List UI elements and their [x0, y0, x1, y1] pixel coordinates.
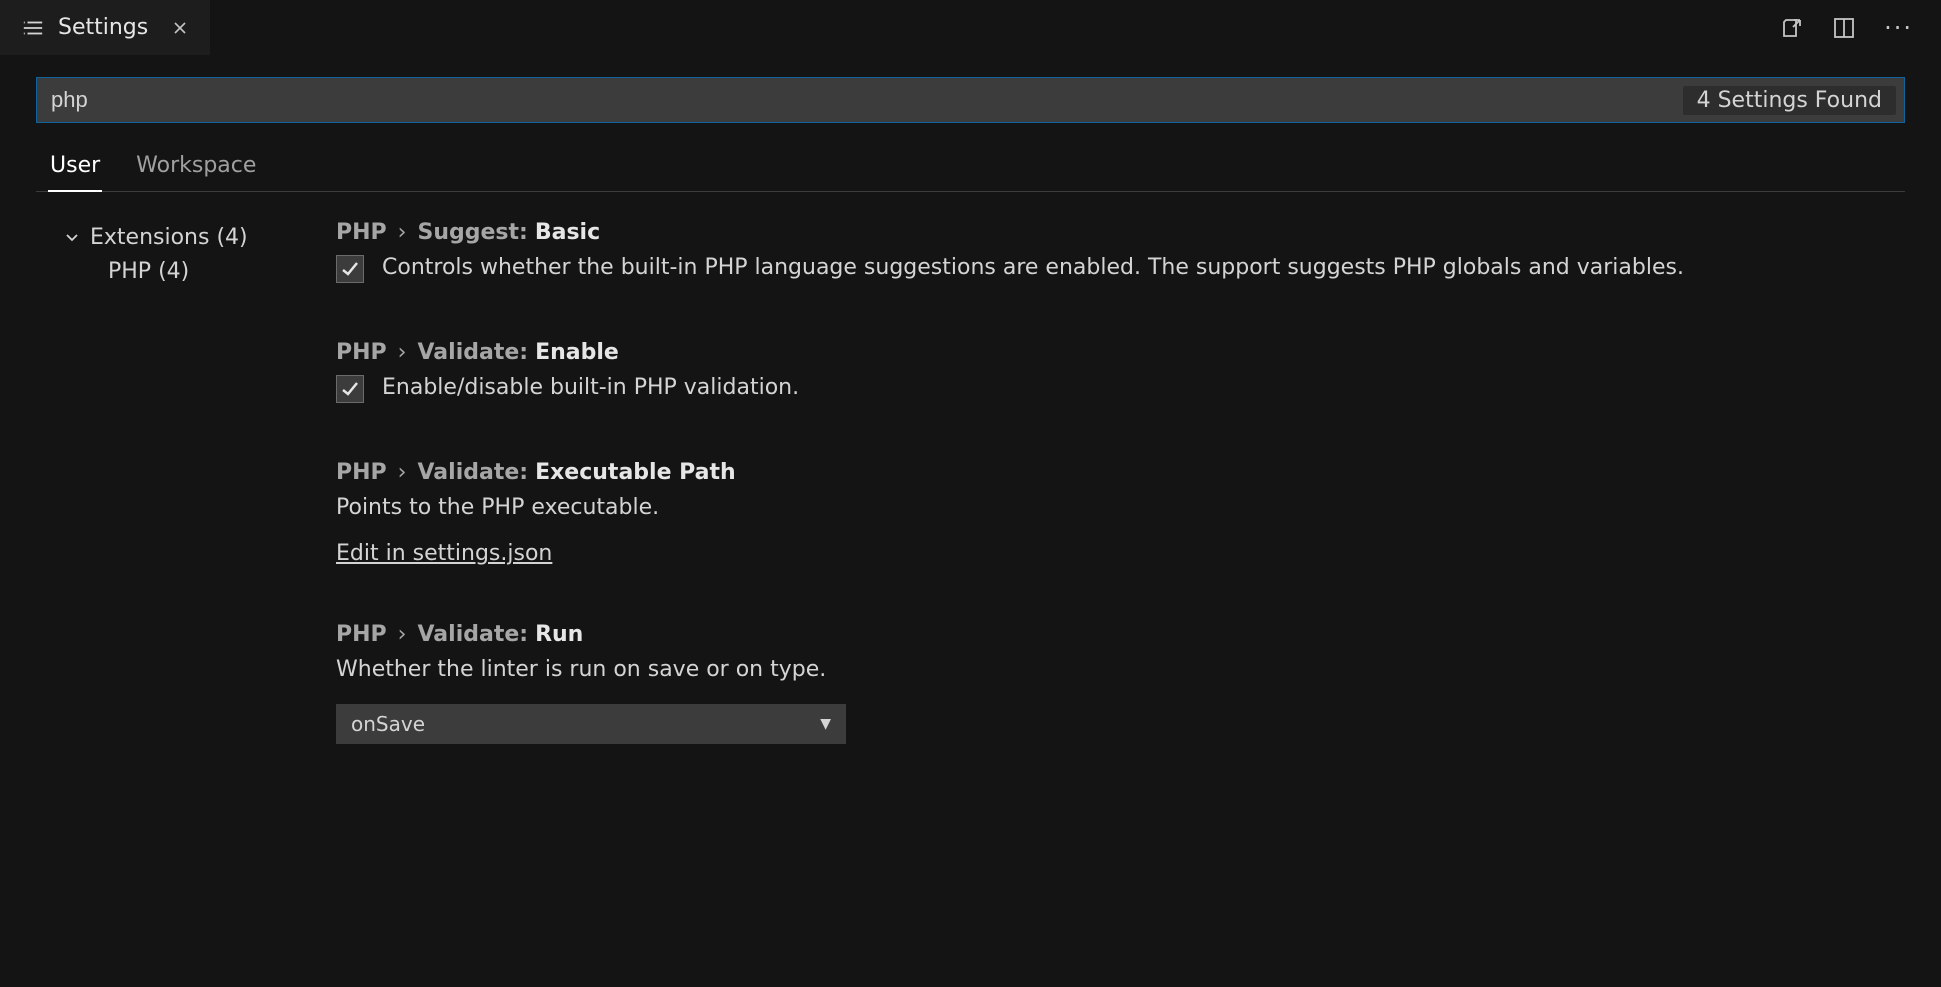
setting-description: Enable/disable built-in PHP validation. — [382, 373, 799, 404]
settings-scope-tabs: User Workspace — [36, 153, 1905, 192]
more-actions-icon[interactable]: ··· — [1884, 16, 1913, 40]
setting-subcategory: Validate: — [417, 622, 528, 647]
edit-in-settings-json-link[interactable]: Edit in settings.json — [336, 541, 552, 566]
setting-control-row: Controls whether the built-in PHP langua… — [336, 253, 1875, 284]
settings-search: 4 Settings Found — [36, 77, 1905, 123]
breadcrumb-sep: › — [394, 220, 411, 245]
setting-php-validate-enable: PHP › Validate: Enable Enable/disable bu… — [336, 340, 1875, 404]
breadcrumb-sep: › — [394, 340, 411, 365]
tabbar-left: Settings — [0, 0, 210, 55]
settings-panes: Extensions (4) PHP (4) PHP › Suggest: Ba… — [36, 220, 1905, 800]
check-icon — [340, 379, 360, 399]
select-value: onSave — [351, 712, 425, 736]
editor-tabbar: Settings ··· — [0, 0, 1941, 55]
breadcrumb-sep: › — [394, 460, 411, 485]
checkbox[interactable] — [336, 255, 364, 283]
open-settings-json-icon[interactable] — [1780, 16, 1804, 40]
close-icon[interactable] — [172, 20, 188, 36]
setting-name: Executable Path — [535, 460, 736, 485]
setting-category: PHP — [336, 220, 387, 245]
setting-description: Points to the PHP executable. — [336, 493, 1875, 524]
setting-category: PHP — [336, 460, 387, 485]
check-icon — [340, 259, 360, 279]
checkbox[interactable] — [336, 375, 364, 403]
toc-php-label: PHP (4) — [108, 259, 189, 284]
chevron-down-icon — [64, 229, 80, 245]
split-editor-icon[interactable] — [1832, 16, 1856, 40]
settings-toc: Extensions (4) PHP (4) — [36, 220, 336, 800]
settings-list: PHP › Suggest: Basic Controls whether th… — [336, 220, 1905, 800]
setting-category: PHP — [336, 622, 387, 647]
setting-title: PHP › Suggest: Basic — [336, 220, 1875, 245]
breadcrumb-sep: › — [394, 622, 411, 647]
setting-subcategory: Validate: — [417, 460, 528, 485]
setting-select[interactable]: onSave ▼ — [336, 704, 846, 744]
scope-tab-workspace[interactable]: Workspace — [134, 153, 258, 191]
setting-php-validate-executable-path: PHP › Validate: Executable Path Points t… — [336, 460, 1875, 567]
settings-results-count: 4 Settings Found — [1683, 86, 1896, 115]
setting-title: PHP › Validate: Enable — [336, 340, 1875, 365]
setting-name: Run — [535, 622, 583, 647]
setting-name: Enable — [535, 340, 619, 365]
setting-control-row: Enable/disable built-in PHP validation. — [336, 373, 1875, 404]
toc-extensions[interactable]: Extensions (4) — [64, 220, 336, 254]
setting-php-suggest-basic: PHP › Suggest: Basic Controls whether th… — [336, 220, 1875, 284]
setting-subcategory: Validate: — [417, 340, 528, 365]
caret-down-icon: ▼ — [820, 716, 831, 732]
tab-title: Settings — [58, 15, 148, 40]
setting-description: Controls whether the built-in PHP langua… — [382, 253, 1684, 284]
settings-search-input[interactable] — [37, 78, 1683, 122]
tabbar-actions: ··· — [1780, 0, 1941, 55]
setting-subcategory: Suggest: — [417, 220, 527, 245]
setting-php-validate-run: PHP › Validate: Run Whether the linter i… — [336, 622, 1875, 744]
setting-description: Whether the linter is run on save or on … — [336, 655, 1875, 686]
setting-title: PHP › Validate: Executable Path — [336, 460, 1875, 485]
toc-php[interactable]: PHP (4) — [64, 254, 336, 288]
setting-category: PHP — [336, 340, 387, 365]
tab-settings[interactable]: Settings — [0, 0, 210, 55]
toc-extensions-label: Extensions (4) — [90, 225, 248, 250]
setting-name: Basic — [535, 220, 600, 245]
settings-list-icon — [22, 17, 44, 39]
settings-editor: 4 Settings Found User Workspace Extensio… — [0, 55, 1941, 800]
scope-tab-user[interactable]: User — [48, 153, 102, 192]
setting-title: PHP › Validate: Run — [336, 622, 1875, 647]
